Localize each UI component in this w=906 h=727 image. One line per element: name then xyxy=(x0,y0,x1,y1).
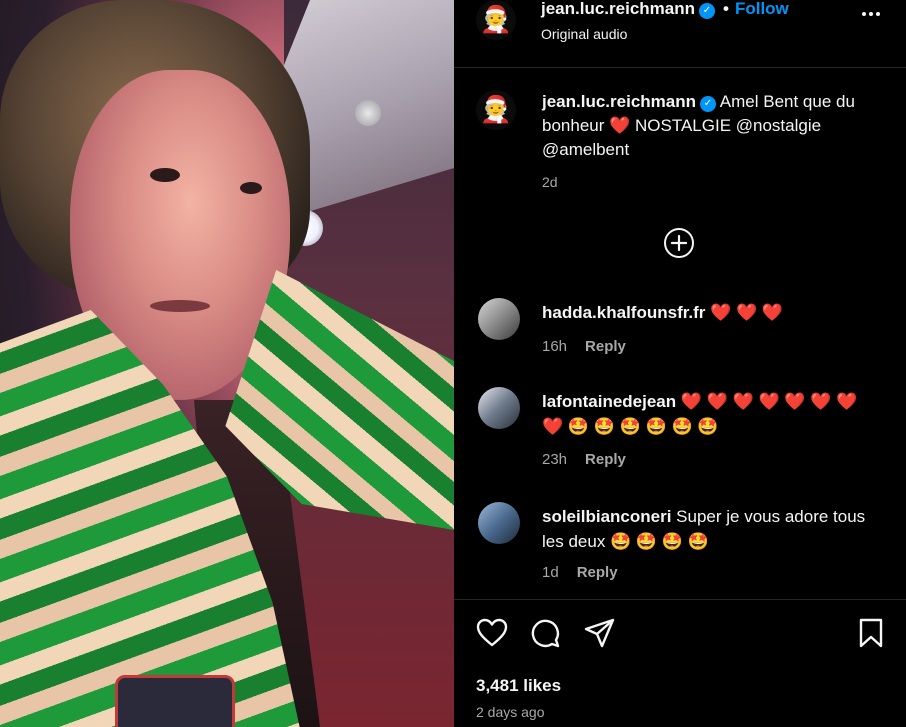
commenter-username[interactable]: hadda.khalfounsfr.fr xyxy=(542,303,705,322)
comment-bubble-icon xyxy=(531,619,560,648)
share-button[interactable] xyxy=(584,618,616,653)
verified-badge-icon: ✓ xyxy=(699,2,715,19)
likes-count[interactable]: 3,481 likes xyxy=(476,676,561,696)
caption-text: jean.luc.reichmann ✓ Amel Bent que du bon… xyxy=(542,90,882,162)
follow-button[interactable]: Follow xyxy=(735,0,789,18)
comment-body: ❤️ ❤️ ❤️ xyxy=(705,303,784,322)
verified-badge-icon: ✓ xyxy=(700,96,716,112)
photo-mouth xyxy=(150,300,210,312)
comment-button[interactable] xyxy=(530,618,560,653)
reply-button[interactable]: Reply xyxy=(585,338,626,355)
santa-avatar-icon: 🧑‍🎄 xyxy=(479,95,513,125)
actions-divider xyxy=(454,599,906,600)
caption-timestamp[interactable]: 2d xyxy=(542,174,558,190)
commenter-avatar[interactable] xyxy=(478,387,520,429)
more-options-icon[interactable] xyxy=(862,12,880,16)
plus-icon xyxy=(671,235,687,251)
photo-eye-left xyxy=(150,168,180,182)
original-audio-link[interactable]: Original audio xyxy=(541,26,627,42)
photo-ceiling-light xyxy=(355,100,381,126)
comment-time[interactable]: 23h xyxy=(542,451,567,468)
post-side-panel: 🧑‍🎄 jean.luc.reichmann ✓ • Follow Original … xyxy=(454,0,906,727)
comment-meta: 1d Reply xyxy=(542,564,618,581)
heart-icon xyxy=(476,618,508,647)
reply-button[interactable]: Reply xyxy=(585,451,626,468)
post-actions xyxy=(476,618,892,652)
comment-text: lafontainedejean ❤️ ❤️ ❤️ ❤️ ❤️ ❤️ ❤️ ❤️… xyxy=(542,389,882,439)
post-photo[interactable] xyxy=(0,0,454,727)
like-button[interactable] xyxy=(476,618,508,653)
post-date[interactable]: 2 days ago xyxy=(476,704,545,720)
commenter-username[interactable]: lafontainedejean xyxy=(542,392,676,411)
caption-author-avatar[interactable]: 🧑‍🎄 xyxy=(476,90,516,130)
comment-text: soleilbianconeri Super je vous adore tou… xyxy=(542,504,882,554)
post-header: 🧑‍🎄 jean.luc.reichmann ✓ • Follow Original … xyxy=(454,0,906,68)
photo-eye-right xyxy=(240,182,262,194)
save-button[interactable] xyxy=(858,618,884,653)
send-icon xyxy=(584,618,615,648)
commenter-avatar[interactable] xyxy=(478,502,520,544)
photo-badge xyxy=(115,675,235,727)
header-user-line: jean.luc.reichmann ✓ • Follow xyxy=(541,0,789,19)
comment-time[interactable]: 16h xyxy=(542,338,567,355)
commenter-username[interactable]: soleilbianconeri xyxy=(542,507,671,526)
caption-username[interactable]: jean.luc.reichmann xyxy=(542,92,696,111)
comment-text: hadda.khalfounsfr.fr ❤️ ❤️ ❤️ xyxy=(542,300,882,325)
comment-meta: 23h Reply xyxy=(542,451,626,468)
reply-button[interactable]: Reply xyxy=(577,564,618,581)
commenter-avatar[interactable] xyxy=(478,298,520,340)
author-avatar[interactable]: 🧑‍🎄 xyxy=(476,0,516,40)
separator-dot: • xyxy=(723,0,729,18)
author-username[interactable]: jean.luc.reichmann xyxy=(541,0,695,18)
santa-avatar-icon: 🧑‍🎄 xyxy=(479,5,513,35)
load-more-comments-button[interactable] xyxy=(664,228,694,258)
comment-meta: 16h Reply xyxy=(542,338,626,355)
bookmark-icon xyxy=(859,618,883,648)
comment-time[interactable]: 1d xyxy=(542,564,559,581)
